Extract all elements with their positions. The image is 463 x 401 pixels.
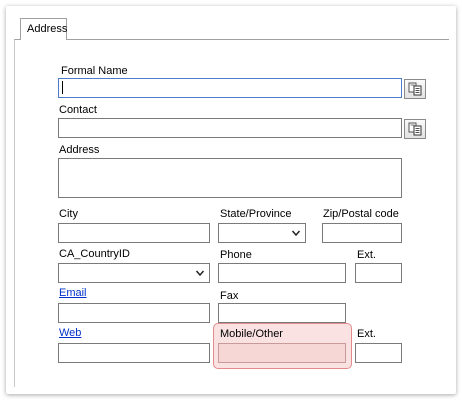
text-caret	[62, 81, 63, 94]
copy-formal-name-button[interactable]	[404, 79, 426, 99]
contact-field[interactable]	[58, 118, 402, 138]
phone-field[interactable]	[218, 263, 346, 283]
ext-label: Ext.	[357, 249, 376, 261]
copy-icon	[408, 122, 422, 136]
web-link[interactable]: Web	[59, 327, 81, 339]
email-field[interactable]	[58, 303, 210, 323]
chevron-down-icon	[195, 270, 205, 277]
mobile-label: Mobile/Other	[220, 328, 283, 340]
city-label: City	[59, 208, 78, 220]
state-label: State/Province	[220, 208, 292, 220]
tab-address[interactable]: Address	[20, 18, 67, 40]
chevron-down-icon	[291, 230, 301, 237]
city-field[interactable]	[58, 223, 210, 243]
address-label: Address	[59, 144, 100, 156]
fax-field[interactable]	[218, 303, 346, 323]
web-field[interactable]	[58, 343, 210, 363]
email-link[interactable]: Email	[59, 287, 87, 299]
zip-field[interactable]	[322, 223, 402, 243]
phone-ext-field[interactable]	[355, 263, 402, 283]
copy-icon	[408, 82, 422, 96]
mobile-ext-field[interactable]	[355, 343, 402, 363]
address-textarea[interactable]	[58, 158, 402, 198]
formal-name-label: Formal Name	[61, 65, 128, 77]
state-select[interactable]	[218, 223, 306, 243]
ext-label: Ext.	[357, 328, 376, 340]
fax-label: Fax	[220, 290, 239, 302]
mobile-field[interactable]	[218, 343, 346, 363]
country-label: CA_CountryID	[59, 248, 130, 260]
zip-label: Zip/Postal code	[323, 208, 399, 220]
phone-label: Phone	[220, 249, 252, 261]
contact-label: Contact	[59, 104, 97, 116]
copy-contact-button[interactable]	[404, 119, 426, 139]
formal-name-field[interactable]	[58, 78, 402, 98]
country-select[interactable]	[58, 263, 210, 283]
